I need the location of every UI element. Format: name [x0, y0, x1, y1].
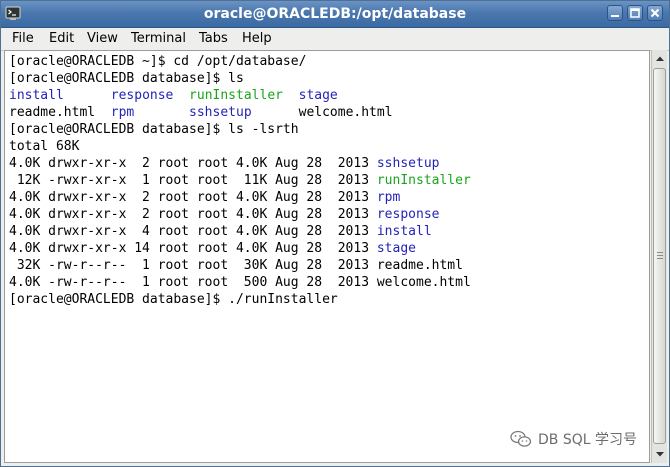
- terminal-line: [oracle@ORACLEDB ~]$ cd /opt/database/: [9, 53, 471, 70]
- menu-terminal[interactable]: Terminal: [131, 31, 186, 47]
- terminal-text-segment: runInstaller: [189, 88, 283, 103]
- terminal-text-segment: install: [376, 224, 432, 239]
- terminal-text-segment: response: [110, 88, 174, 103]
- terminal-line: 12K -rwxr-xr-x 1 root root 11K Aug 28 20…: [9, 172, 471, 189]
- terminal-text-segment: 4.0K drwxr-xr-x 4 root root 4.0K Aug 28 …: [9, 224, 377, 239]
- terminal-text-segment: [oracle@ORACLEDB ~]$ cd /opt/database/: [9, 54, 307, 69]
- scroll-up-button[interactable]: [653, 52, 667, 66]
- terminal-text-segment: 32K -rw-r--r-- 1 root root 30K Aug 28 20…: [9, 258, 463, 273]
- menu-terminal-label: Terminal: [131, 31, 186, 46]
- menu-view[interactable]: View: [87, 31, 118, 47]
- terminal-line: readme.html rpm sshsetup welcome.html: [9, 104, 471, 121]
- terminal-line: 4.0K drwxr-xr-x 14 root root 4.0K Aug 28…: [9, 240, 471, 257]
- menu-edit-label: Edit: [49, 31, 75, 46]
- menu-tabs[interactable]: Tabs: [199, 31, 228, 47]
- grip-line: [657, 252, 663, 253]
- terminal-text-segment: 4.0K drwxr-xr-x 2 root root 4.0K Aug 28 …: [9, 156, 377, 171]
- menu-file-label: File: [12, 31, 34, 46]
- terminal-text-segment: 4.0K drwxr-xr-x 14 root root 4.0K Aug 28…: [9, 241, 377, 256]
- watermark-text: DB SQL 学习号: [538, 432, 637, 448]
- terminal-text-segment: runInstaller: [376, 173, 471, 188]
- terminal-text-segment: 4.0K -rw-r--r-- 1 root root 500 Aug 28 2…: [9, 275, 471, 290]
- terminal-window: oracle@ORACLEDB:/opt/database File Edit …: [0, 0, 670, 467]
- maximize-button[interactable]: [627, 5, 643, 21]
- terminal-text-segment: [oracle@ORACLEDB database]$ ./runInstall…: [9, 292, 338, 307]
- terminal-line: [oracle@ORACLEDB database]$ ./runInstall…: [9, 291, 471, 308]
- terminal-text-segment: sshsetup: [189, 105, 252, 120]
- terminal-text-segment: 12K -rwxr-xr-x 1 root root 11K Aug 28 20…: [9, 173, 377, 188]
- terminal-line: [oracle@ORACLEDB database]$ ls: [9, 70, 471, 87]
- menu-help-label: Help: [242, 31, 272, 46]
- scroll-up-arrow-icon: [656, 56, 664, 61]
- maximize-icon: [630, 8, 640, 18]
- terminal-lines: [oracle@ORACLEDB ~]$ cd /opt/database/ [o…: [9, 53, 471, 308]
- terminal-text-segment: install: [9, 88, 64, 103]
- terminal-text-segment: rpm: [376, 190, 401, 205]
- watermark: DB SQL 学习号: [510, 428, 637, 450]
- menu-edit[interactable]: Edit: [49, 31, 74, 47]
- terminal-line: 4.0K drwxr-xr-x 4 root root 4.0K Aug 28 …: [9, 223, 471, 240]
- minimize-button[interactable]: [607, 5, 623, 21]
- terminal-text-segment: stage: [298, 88, 338, 103]
- terminal-line: install response runInstaller stage: [9, 87, 471, 104]
- menu-bar: File Edit View Terminal Tabs Help: [1, 28, 669, 51]
- window-title: oracle@ORACLEDB:/opt/database: [203, 6, 467, 22]
- wechat-icon: [510, 430, 532, 447]
- terminal-text-segment: 4.0K drwxr-xr-x 2 root root 4.0K Aug 28 …: [9, 190, 377, 205]
- terminal-text-segment: [oracle@ORACLEDB database]$ ls: [9, 71, 244, 86]
- scrollbar-thumb[interactable]: [653, 68, 666, 444]
- title-bar[interactable]: oracle@ORACLEDB:/opt/database: [1, 1, 669, 28]
- terminal-line: total 68K: [9, 138, 471, 155]
- vertical-scrollbar[interactable]: [651, 50, 667, 463]
- terminal-text-segment: 4.0K drwxr-xr-x 2 root root 4.0K Aug 28 …: [9, 207, 377, 222]
- terminal-line: [oracle@ORACLEDB database]$ ls -lsrth: [9, 121, 471, 138]
- menu-file[interactable]: File: [12, 31, 34, 47]
- terminal-line: 4.0K drwxr-xr-x 2 root root 4.0K Aug 28 …: [9, 206, 471, 223]
- menu-view-label: View: [87, 31, 118, 46]
- terminal-line: 4.0K -rw-r--r-- 1 root root 500 Aug 28 2…: [9, 274, 471, 291]
- close-icon: [650, 8, 660, 18]
- terminal-line: 4.0K drwxr-xr-x 2 root root 4.0K Aug 28 …: [9, 155, 471, 172]
- terminal-text-segment: total 68K: [9, 139, 80, 154]
- close-button[interactable]: [647, 5, 663, 21]
- minimize-icon: [611, 15, 619, 17]
- terminal-text-segment: welcome.html: [251, 105, 393, 120]
- terminal-line: 32K -rw-r--r-- 1 root root 30K Aug 28 20…: [9, 257, 471, 274]
- menu-tabs-label: Tabs: [199, 31, 228, 46]
- scroll-down-button[interactable]: [653, 447, 667, 461]
- terminal-text-segment: [oracle@ORACLEDB database]$ ls -lsrth: [9, 122, 299, 137]
- terminal-text-segment: response: [376, 207, 440, 222]
- scroll-down-arrow-icon: [656, 452, 664, 457]
- grip-line: [657, 255, 663, 256]
- terminal-text-segment: readme.html: [9, 105, 111, 120]
- menu-help[interactable]: Help: [242, 31, 272, 47]
- terminal-text-segment: sshsetup: [376, 156, 440, 171]
- terminal-line: 4.0K drwxr-xr-x 2 root root 4.0K Aug 28 …: [9, 189, 471, 206]
- grip-line: [657, 258, 663, 259]
- terminal-text-segment: stage: [376, 241, 416, 256]
- terminal-output-area[interactable]: [oracle@ORACLEDB ~]$ cd /opt/database/ [o…: [4, 50, 650, 463]
- terminal-text-segment: rpm: [110, 105, 135, 120]
